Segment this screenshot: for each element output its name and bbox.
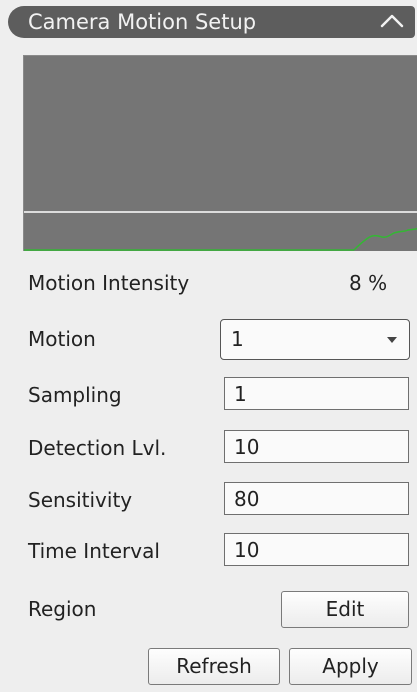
sampling-field[interactable]: 1 bbox=[224, 377, 409, 410]
sensitivity-field[interactable]: 80 bbox=[224, 482, 409, 515]
refresh-button[interactable]: Refresh bbox=[148, 648, 280, 685]
motion-trace bbox=[353, 227, 417, 251]
region-label: Region bbox=[28, 597, 97, 621]
apply-button[interactable]: Apply bbox=[289, 648, 412, 685]
motion-select[interactable]: 1 bbox=[220, 319, 410, 360]
detection-level-label: Detection Lvl. bbox=[28, 436, 167, 460]
motion-intensity-value: 8 % bbox=[349, 271, 388, 295]
edit-region-button[interactable]: Edit bbox=[281, 591, 409, 628]
sampling-value: 1 bbox=[234, 382, 247, 406]
motion-select-value: 1 bbox=[231, 327, 244, 351]
detection-level-value: 10 bbox=[234, 435, 260, 459]
sampling-label: Sampling bbox=[28, 383, 122, 407]
time-interval-field[interactable]: 10 bbox=[224, 533, 409, 566]
panel-title: Camera Motion Setup bbox=[28, 10, 257, 34]
sensitivity-label: Sensitivity bbox=[28, 488, 133, 512]
dropdown-arrow-icon bbox=[387, 337, 397, 343]
motion-label: Motion bbox=[28, 327, 96, 351]
panel-header: Camera Motion Setup bbox=[8, 6, 415, 38]
sensitivity-value: 80 bbox=[234, 487, 260, 511]
motion-graph bbox=[23, 55, 417, 251]
chevron-up-icon[interactable] bbox=[379, 10, 405, 32]
motion-intensity-label: Motion Intensity bbox=[28, 271, 190, 295]
detection-level-field[interactable]: 10 bbox=[224, 430, 409, 463]
time-interval-label: Time Interval bbox=[28, 539, 160, 563]
time-interval-value: 10 bbox=[234, 538, 260, 562]
